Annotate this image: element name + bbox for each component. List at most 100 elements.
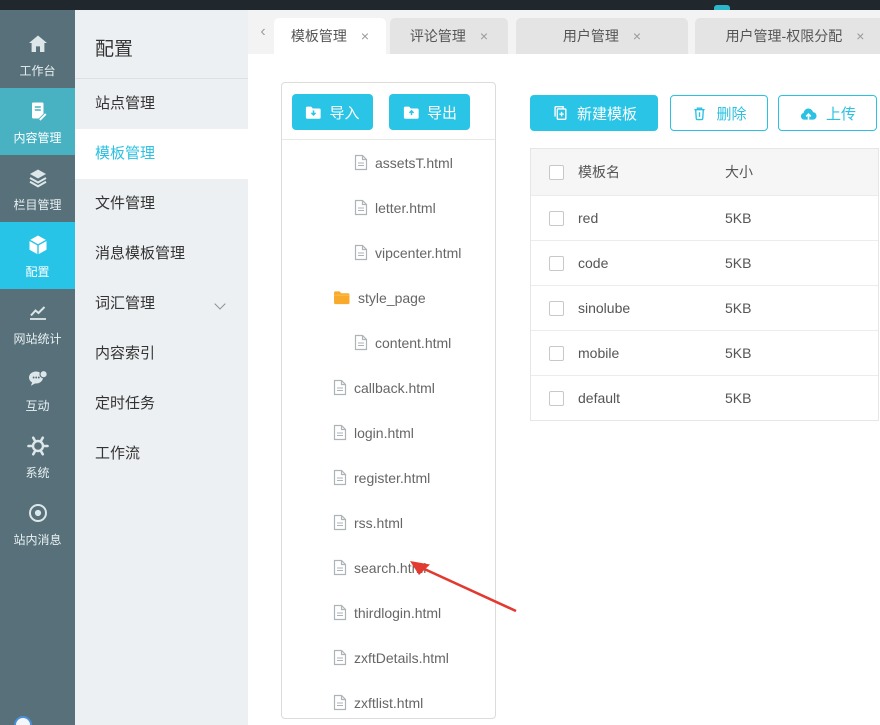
new-template-button[interactable]: 新建模板 [530, 95, 658, 131]
submenu-item-message-templates[interactable]: 消息模板管理 [75, 229, 248, 279]
chevron-down-icon [214, 298, 226, 310]
row-checkbox[interactable] [549, 390, 564, 406]
template-name: code [578, 255, 609, 271]
row-checkbox[interactable] [549, 345, 564, 361]
nav-label: 网站统计 [13, 331, 62, 346]
file-icon [333, 694, 347, 711]
tree-toolbar: 导入 导出 [282, 83, 495, 140]
tree-item-search-html[interactable]: search.html [282, 545, 495, 590]
tree-item[interactable]: rss.html [282, 500, 495, 545]
tree-item[interactable]: assetsT.html [282, 140, 495, 185]
tab-user-permission[interactable]: 用户管理-权限分配 × [695, 18, 880, 54]
nav-item-messages[interactable]: 站内消息 [0, 490, 75, 557]
gear-icon [25, 433, 51, 459]
file-icon [333, 379, 347, 396]
tab-comment-management[interactable]: 评论管理 × [390, 18, 508, 54]
submenu-label: 站点管理 [95, 95, 156, 112]
file-name: thirdlogin.html [354, 604, 442, 621]
tree-item[interactable]: letter.html [282, 185, 495, 230]
tab-user-management[interactable]: 用户管理 × [516, 18, 688, 54]
config-submenu: 配置 站点管理 模板管理 文件管理 消息模板管理 词汇管理 内容索引 定时任务 … [75, 10, 248, 725]
select-all-checkbox[interactable] [549, 164, 564, 180]
table-row[interactable]: default 5KB [531, 375, 878, 420]
submenu-item-content-index[interactable]: 内容索引 [75, 329, 248, 379]
nav-item-system[interactable]: 系统 [0, 423, 75, 490]
file-icon [333, 604, 347, 621]
nav-label: 内容管理 [13, 130, 62, 145]
nav-label: 系统 [25, 465, 50, 480]
delete-label: 删除 [716, 105, 747, 123]
template-file-tree-panel: 导入 导出 assetsT.html letter.html vipcenter… [281, 82, 496, 719]
layers-icon [25, 165, 51, 191]
submenu-label: 内容索引 [95, 345, 156, 362]
export-button[interactable]: 导出 [389, 94, 471, 130]
import-label: 导入 [329, 104, 360, 122]
file-icon [354, 334, 368, 351]
close-icon[interactable]: × [856, 29, 864, 43]
table-row[interactable]: red 5KB [531, 195, 878, 240]
column-header-name: 模板名 [578, 164, 620, 180]
message-target-icon [25, 500, 51, 526]
file-icon [333, 514, 347, 531]
cube-icon [25, 232, 51, 258]
table-row[interactable]: sinolube 5KB [531, 285, 878, 330]
tree-item[interactable]: content.html [282, 320, 495, 365]
nav-label: 配置 [25, 264, 50, 279]
submenu-item-scheduled-tasks[interactable]: 定时任务 [75, 379, 248, 429]
close-icon[interactable]: × [480, 29, 488, 43]
nav-item-content[interactable]: 内容管理 [0, 88, 75, 155]
tree-item[interactable]: callback.html [282, 365, 495, 410]
close-icon[interactable]: × [633, 29, 641, 43]
delete-button[interactable]: 删除 [670, 95, 768, 131]
row-checkbox[interactable] [549, 300, 564, 316]
close-icon[interactable]: × [361, 29, 369, 43]
tab-bar: ‹ 模板管理 × 评论管理 × 用户管理 × 用户管理-权限分配 × [248, 10, 880, 54]
file-icon [354, 199, 368, 216]
column-header-size: 大小 [725, 164, 753, 180]
add-file-icon [551, 104, 569, 122]
nav-item-columns[interactable]: 栏目管理 [0, 155, 75, 222]
home-icon [25, 31, 51, 57]
import-button[interactable]: 导入 [292, 94, 373, 130]
tab-scroll-left-icon[interactable]: ‹ [252, 10, 274, 54]
file-name: letter.html [375, 199, 436, 216]
template-size: 5KB [725, 255, 752, 271]
nav-item-interaction[interactable]: 互动 [0, 356, 75, 423]
submenu-item-workflow[interactable]: 工作流 [75, 429, 248, 479]
file-icon [333, 424, 347, 441]
folder-name: style_page [358, 289, 426, 306]
submenu-item-templates[interactable]: 模板管理 [75, 129, 248, 179]
submenu-label: 定时任务 [95, 395, 156, 412]
tree-item[interactable]: thirdlogin.html [282, 590, 495, 635]
tree-item[interactable]: register.html [282, 455, 495, 500]
submenu-item-files[interactable]: 文件管理 [75, 179, 248, 229]
upload-button[interactable]: 上传 [778, 95, 877, 131]
nav-item-workbench[interactable]: 工作台 [0, 21, 75, 88]
file-name: vipcenter.html [375, 244, 462, 261]
tree-item[interactable]: login.html [282, 410, 495, 455]
file-icon [354, 244, 368, 261]
nav-item-config[interactable]: 配置 [0, 222, 75, 289]
template-name: mobile [578, 345, 620, 361]
tree-item[interactable]: vipcenter.html [282, 230, 495, 275]
export-label: 导出 [426, 104, 457, 122]
submenu-label: 文件管理 [95, 195, 156, 212]
tree-item-folder[interactable]: style_page [282, 275, 495, 320]
nav-label: 工作台 [19, 63, 56, 78]
submenu-item-vocabulary[interactable]: 词汇管理 [75, 279, 248, 329]
table-row[interactable]: code 5KB [531, 240, 878, 285]
table-header-row: 模板名 大小 [531, 149, 878, 195]
content-edit-icon [25, 98, 51, 124]
file-icon [333, 559, 347, 576]
table-row[interactable]: mobile 5KB [531, 330, 878, 375]
row-checkbox[interactable] [549, 255, 564, 271]
tree-item[interactable]: zxftlist.html [282, 680, 495, 718]
submenu-item-sites[interactable]: 站点管理 [75, 79, 248, 129]
nav-label: 站内消息 [13, 532, 62, 547]
nav-item-statistics[interactable]: 网站统计 [0, 289, 75, 356]
tab-template-management[interactable]: 模板管理 × [274, 18, 386, 54]
file-name: zxftlist.html [354, 694, 424, 711]
file-name: search.html [354, 559, 427, 576]
row-checkbox[interactable] [549, 210, 564, 226]
tree-item[interactable]: zxftDetails.html [282, 635, 495, 680]
